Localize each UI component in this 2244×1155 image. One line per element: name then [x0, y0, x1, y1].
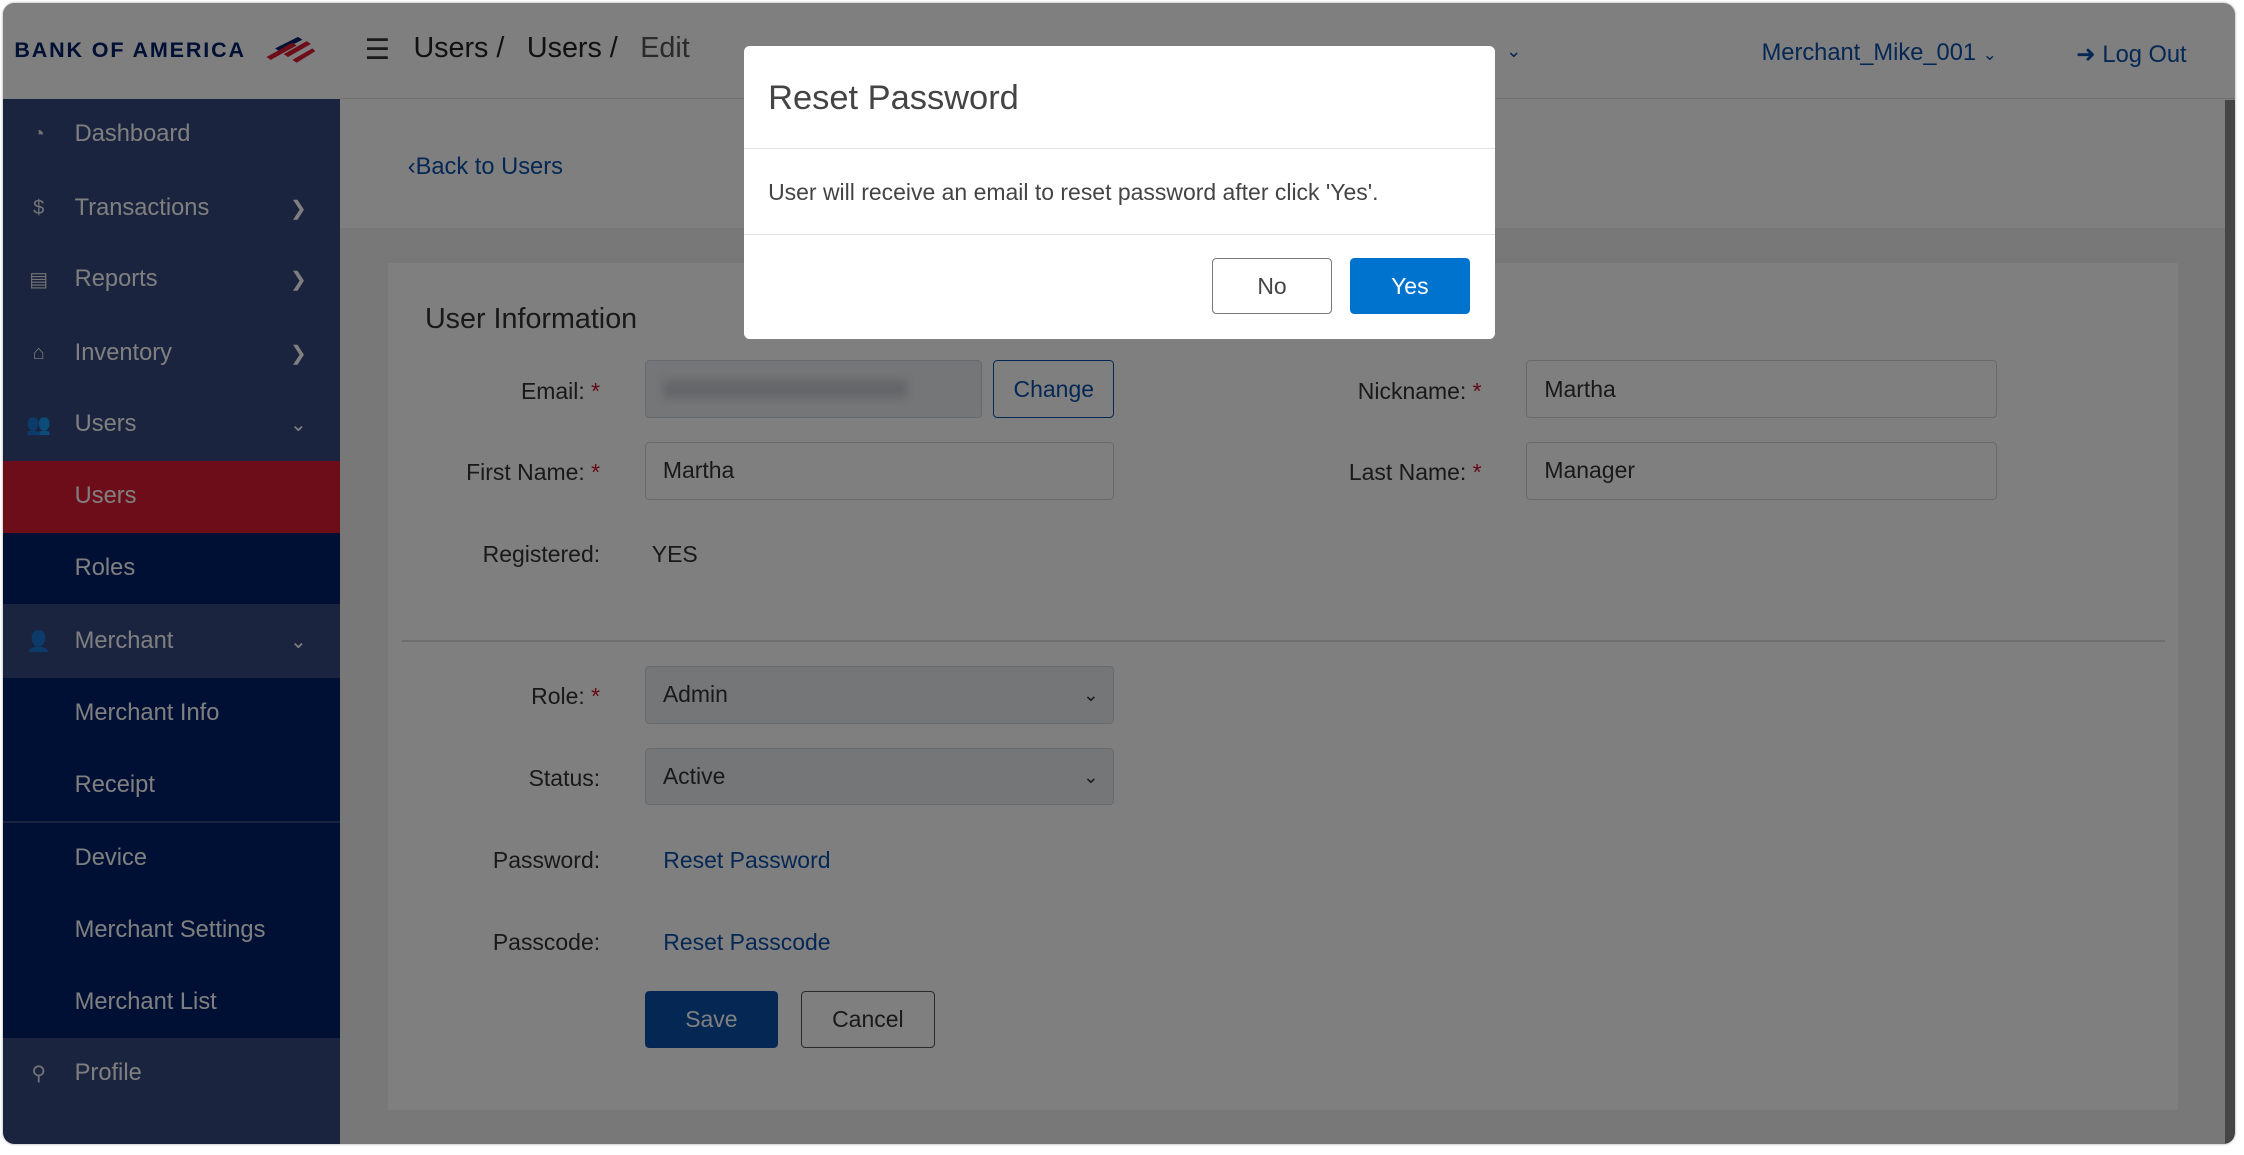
- modal-title: Reset Password: [768, 78, 1019, 117]
- no-button[interactable]: No: [1211, 258, 1333, 315]
- app-window: BANK OF AMERICA ◔Dashboard $Transactions…: [2, 2, 2236, 1145]
- reset-password-modal: Reset Password User will receive an emai…: [743, 45, 1495, 339]
- yes-button[interactable]: Yes: [1349, 258, 1471, 315]
- divider: [743, 147, 1495, 150]
- divider: [743, 233, 1495, 236]
- modal-message: User will receive an email to reset pass…: [768, 179, 1379, 206]
